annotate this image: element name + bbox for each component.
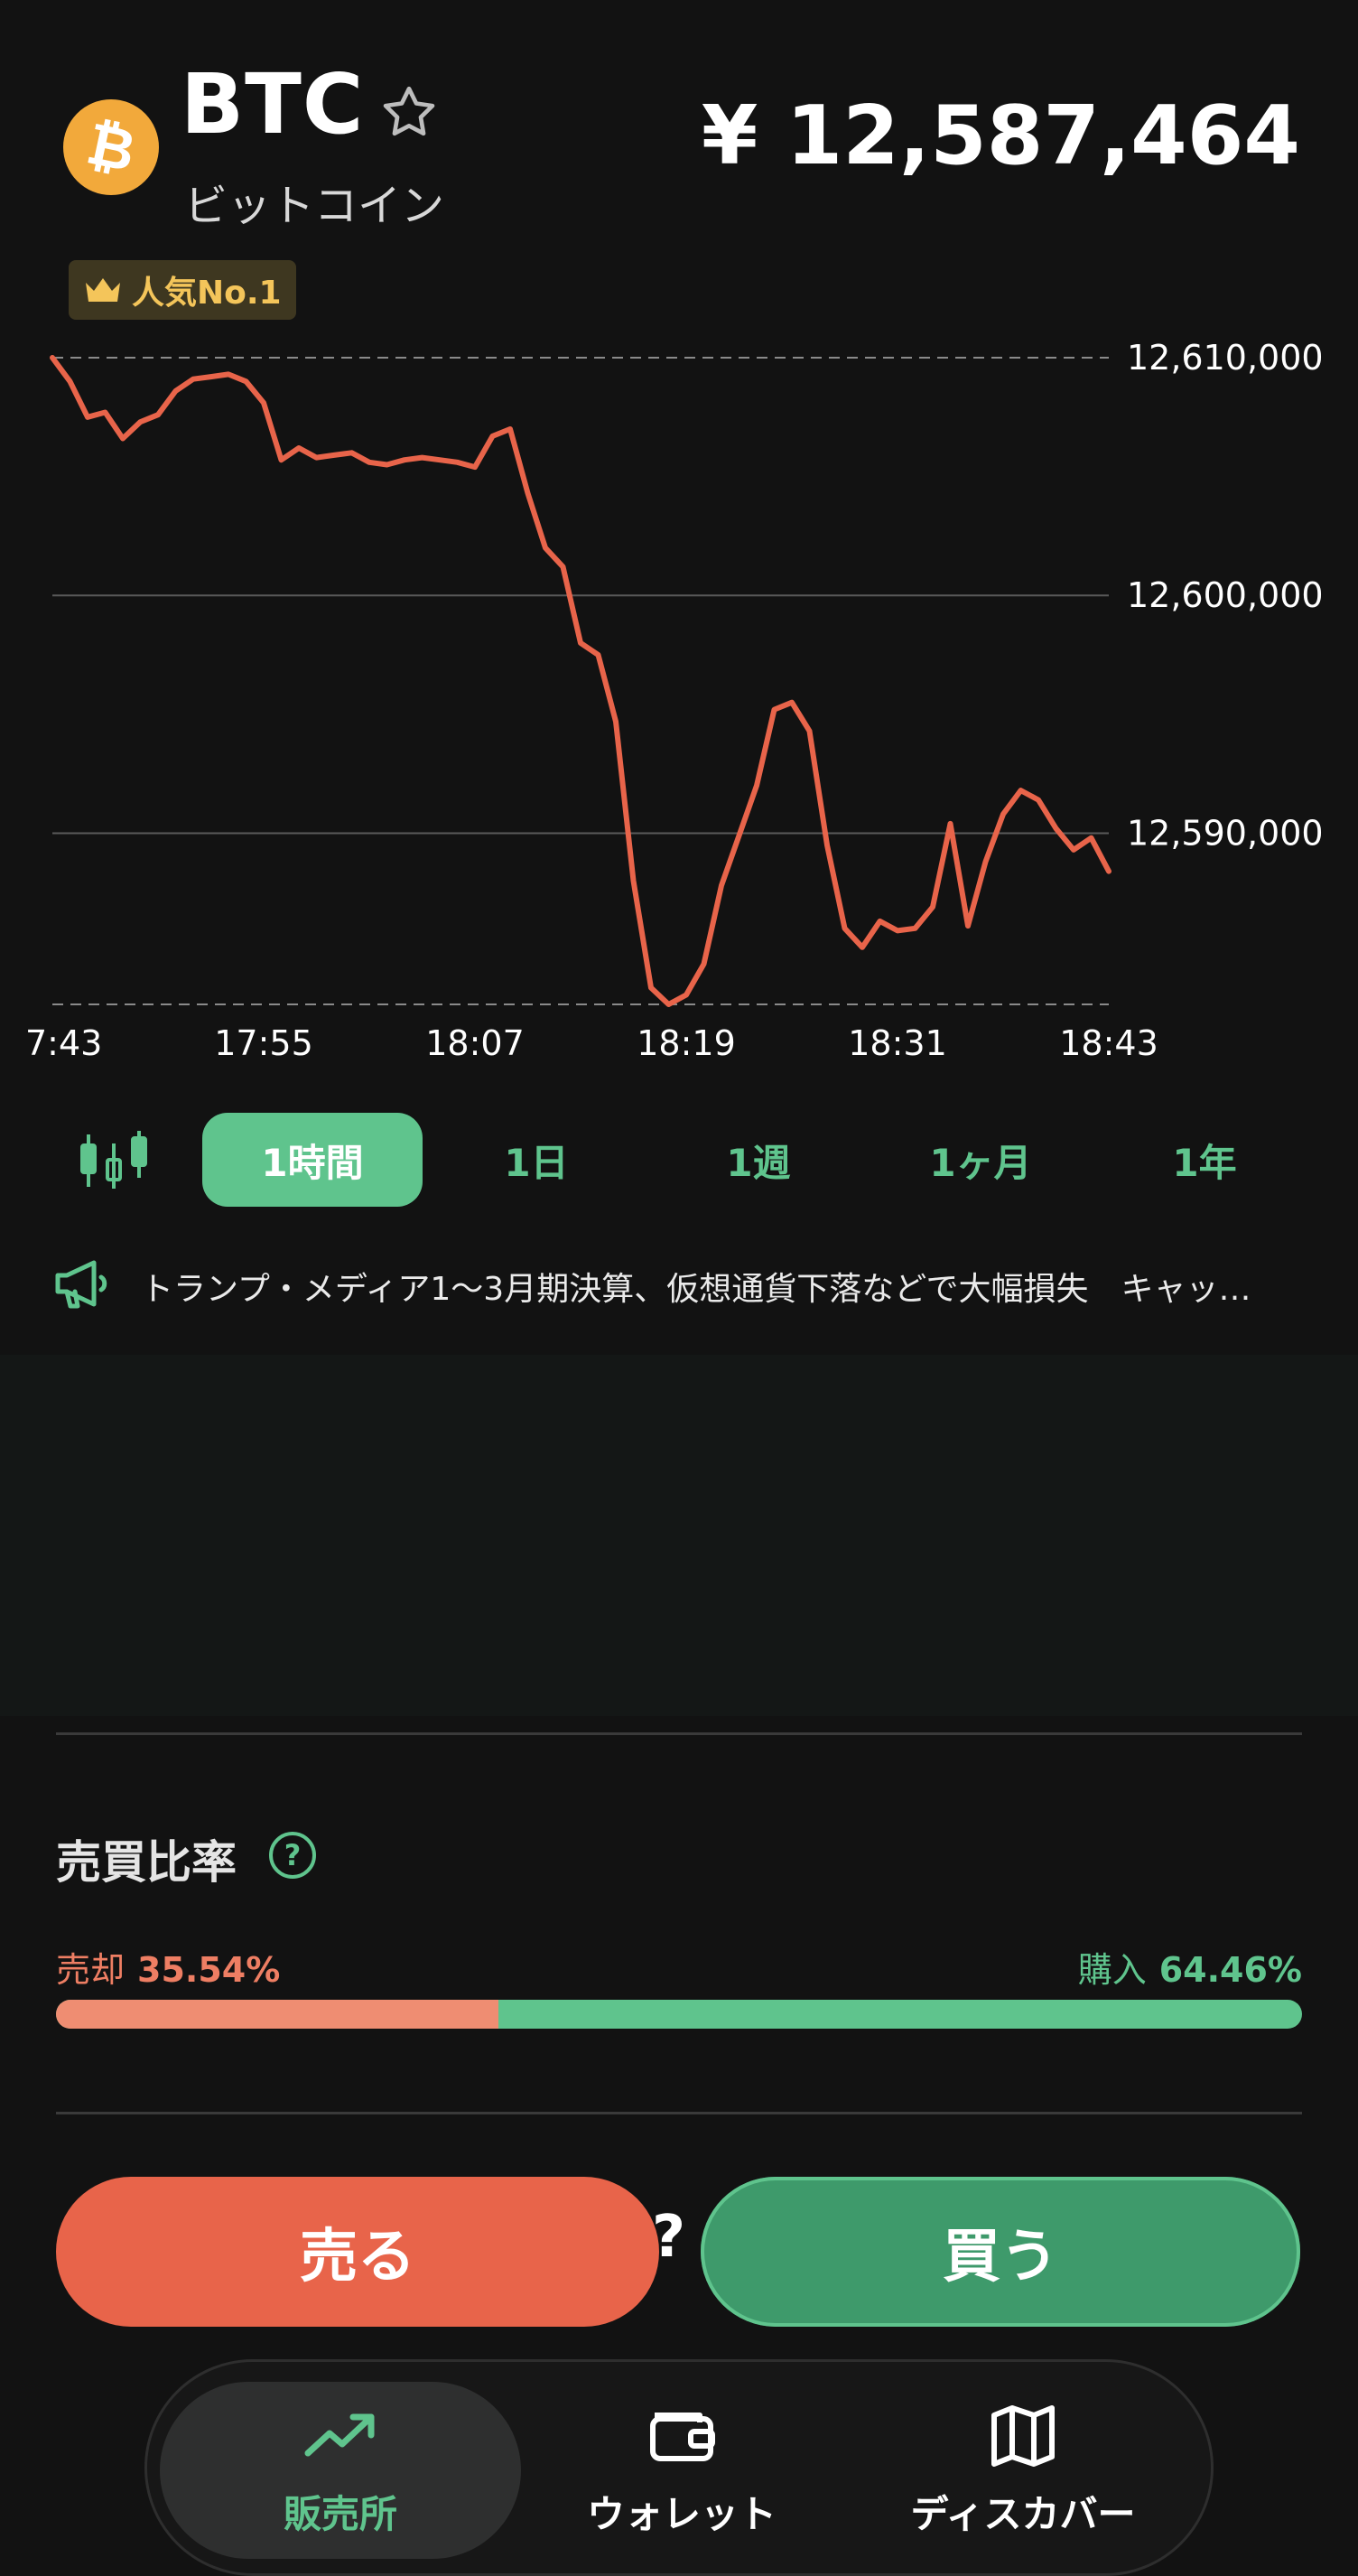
coin-name: ビットコイン (184, 181, 445, 231)
tab-1week[interactable]: 1週 (648, 1113, 869, 1207)
content-panel (0, 1355, 1358, 1716)
x-tick-label: 17:55 (214, 1023, 313, 1063)
buy-ratio-label: 購入 (1077, 1950, 1147, 1990)
sell-button[interactable]: 売る (56, 2177, 659, 2327)
x-tick-label: 18:31 (848, 1023, 947, 1063)
sell-ratio-value: 35.54% (137, 1950, 281, 1990)
nav-item-discover[interactable]: ディスカバー (842, 2382, 1204, 2559)
news-ticker[interactable]: トランプ・メディア1〜3月期決算、仮想通貨下落などで大幅損失 キャッ… (0, 1246, 1358, 1328)
divider (56, 1732, 1302, 1735)
tab-1year[interactable]: 1年 (1094, 1113, 1315, 1207)
map-icon (991, 2404, 1055, 2467)
current-price: ¥ 12,587,464 (701, 89, 1300, 183)
ratio-bar-sell-fill (56, 2000, 499, 2029)
news-headline[interactable]: トランプ・メディア1〜3月期決算、仮想通貨下落などで大幅損失 キャッ… (141, 1263, 1324, 1310)
nav-item-wallet[interactable]: ウォレット (501, 2382, 862, 2559)
buy-ratio: 購入 64.46% (1078, 1942, 1302, 1992)
crown-icon (86, 278, 120, 302)
buy-button[interactable]: 買う (701, 2177, 1300, 2327)
bottom-nav: 販売所 ウォレット ディスカバー (144, 2359, 1214, 2576)
svg-text:?: ? (284, 1838, 302, 1872)
coin-symbol: BTC (181, 56, 365, 153)
candlestick-icon[interactable] (78, 1129, 150, 1190)
tab-1day[interactable]: 1日 (426, 1113, 646, 1207)
y-tick-label: 12,610,000 (1127, 338, 1324, 378)
badge-label: 人気No.1 (132, 275, 282, 312)
tab-1month[interactable]: 1ヶ月 (870, 1113, 1091, 1207)
wallet-icon (650, 2412, 715, 2461)
buy-ratio-value: 64.46% (1158, 1950, 1302, 1990)
x-tick-label: 18:07 (425, 1023, 525, 1063)
popularity-badge: 人気No.1 (69, 260, 296, 320)
y-tick-label: 12,600,000 (1127, 575, 1324, 615)
nav-label: 販売所 (283, 2491, 397, 2536)
sell-ratio: 売却 35.54% (56, 1942, 280, 1992)
nav-label: ウォレット (586, 2491, 777, 2536)
megaphone-icon (55, 1260, 107, 1309)
price-chart[interactable]: 12,610,000 12,600,000 12,590,000 7:43 17:55 1… (0, 325, 1358, 1084)
sell-ratio-label: 売却 (56, 1950, 126, 1990)
ratio-bar (56, 2000, 1302, 2029)
x-tick-label: 18:43 (1059, 1023, 1158, 1063)
x-tick-label: 7:43 (25, 1023, 102, 1063)
help-icon[interactable]: ? (267, 1830, 318, 1881)
bitcoin-glyph: ₿ (80, 109, 142, 186)
y-tick-label: 12,590,000 (1127, 813, 1324, 853)
price-series-line (50, 355, 1112, 1007)
divider (56, 2112, 1302, 2114)
nav-item-exchange[interactable]: 販売所 (160, 2382, 521, 2559)
trending-up-icon (304, 2413, 375, 2456)
bitcoin-logo-icon: ₿ (63, 99, 159, 195)
help-mark[interactable]: ? (652, 2204, 685, 2271)
ratio-title: 売買比率 (56, 1836, 237, 1889)
favorite-star-icon[interactable] (377, 81, 441, 145)
tab-1hour[interactable]: 1時間 (202, 1113, 423, 1207)
nav-label: ディスカバー (910, 2491, 1136, 2536)
period-tabs: 1時間 1日 1週 1ヶ月 1年 (0, 1109, 1358, 1209)
x-tick-label: 18:19 (637, 1023, 736, 1063)
